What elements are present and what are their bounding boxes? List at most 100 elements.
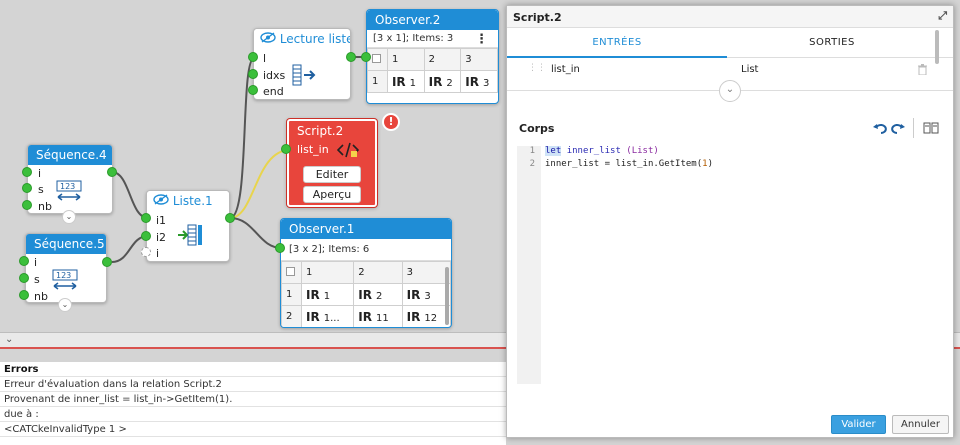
cell-value: 3	[483, 77, 490, 89]
column-header[interactable]: 1	[386, 48, 425, 71]
code-text: inner_list = list_in.GetItem(	[545, 159, 703, 169]
port-sequence4-out[interactable]	[107, 167, 117, 177]
column-header[interactable]: 2	[423, 48, 462, 71]
observer-table: 1 2 3 1 IR 1 IR 2 IR 3 2 IR 1... IR 11 IR 12	[281, 261, 451, 327]
port-label-s: s	[34, 273, 40, 286]
table-cell[interactable]: IR 3	[460, 70, 498, 93]
table-row[interactable]: 1 IR 1 IR 2 IR 3	[281, 283, 451, 306]
real-type-icon: IR	[306, 287, 320, 302]
eye-slash-icon[interactable]	[260, 32, 276, 47]
tab-inputs[interactable]: ENTRÉES	[507, 28, 727, 58]
eye-slash-icon[interactable]	[153, 194, 169, 209]
real-type-icon: IR	[306, 309, 320, 324]
node-sequence-4[interactable]: Séquence.4 i s nb 123	[27, 144, 113, 214]
redo-icon[interactable]	[891, 122, 905, 137]
port-sequence5-s[interactable]	[19, 273, 29, 283]
port-sequence4-s[interactable]	[22, 183, 32, 193]
collapse-toggle[interactable]: ⌄	[719, 80, 741, 102]
error-badge-icon[interactable]: !	[382, 113, 400, 131]
table-row[interactable]: 1 IR 1 IR 2 IR 3	[367, 70, 498, 93]
observer-summary-text: [3 x 1]; Items: 3	[373, 33, 454, 44]
node-observer-1[interactable]: Observer.1 [3 x 2]; Items: 6 1 2 3 1 IR 1…	[280, 218, 452, 328]
port-label-idxs: idxs	[263, 69, 286, 82]
column-header[interactable]: 3	[460, 48, 498, 71]
node-lecture-liste-2[interactable]: Lecture liste.2 l idxs end	[253, 28, 351, 100]
port-label-i1: i1	[156, 214, 167, 227]
port-sequence4-nb[interactable]	[22, 200, 32, 210]
column-header[interactable]: 2	[353, 261, 403, 284]
expand-icon[interactable]: ⤢	[938, 9, 947, 23]
select-all-checkbox[interactable]	[281, 261, 302, 284]
real-type-icon: IR	[358, 309, 372, 324]
port-label-l: l	[263, 52, 267, 65]
table-cell[interactable]: IR 3	[401, 283, 451, 306]
port-script2-list-in[interactable]	[281, 144, 291, 154]
port-sequence4-i[interactable]	[22, 167, 32, 177]
port-sequence5-nb[interactable]	[19, 290, 29, 300]
chevron-down-icon[interactable]: ⌄	[62, 210, 76, 224]
port-liste1-i1[interactable]	[141, 213, 151, 223]
table-cell[interactable]: IR 1	[300, 283, 355, 306]
tab-outputs[interactable]: SORTIES	[727, 28, 937, 58]
edit-button[interactable]: Editer	[303, 166, 361, 183]
cell-value: 1...	[323, 312, 340, 324]
row-index: 1	[281, 283, 302, 306]
port-label-i: i	[34, 256, 38, 269]
table-cell[interactable]: IR 2	[353, 283, 403, 306]
chevron-down-icon[interactable]: ⌄	[58, 298, 72, 312]
port-lecture-end[interactable]	[248, 85, 258, 95]
code-line-1: let inner_list (List)	[545, 146, 659, 156]
cancel-button[interactable]: Annuler	[892, 415, 949, 434]
node-title-row: Liste.1	[147, 191, 229, 211]
cell-value: 1	[323, 290, 331, 302]
table-cell[interactable]: IR 2	[423, 70, 462, 93]
node-script-2[interactable]: Script.2 list_in Editer Aperçu	[287, 119, 377, 207]
port-label-i: i	[38, 167, 42, 180]
port-liste1-out[interactable]	[225, 213, 235, 223]
vertical-scrollbar[interactable]	[935, 30, 939, 64]
real-type-icon: IR	[406, 287, 421, 302]
node-liste-1[interactable]: Liste.1 i1 i2 i	[146, 190, 230, 262]
node-observer-2[interactable]: Observer.2 [3 x 1]; Items: 3 ⋮ 1 2 3 1 I…	[366, 9, 499, 104]
port-sequence5-i[interactable]	[19, 256, 29, 266]
undo-icon[interactable]	[873, 122, 887, 137]
port-sequence5-out[interactable]	[102, 257, 112, 267]
port-lecture-out[interactable]	[346, 52, 356, 62]
column-header[interactable]: 1	[300, 261, 355, 284]
table-row[interactable]: 2 IR 1... IR 11 IR 12	[281, 305, 451, 327]
input-row[interactable]: ⋮⋮ list_in List	[521, 60, 927, 82]
port-label-i2: i2	[156, 231, 167, 244]
column-header[interactable]: 3	[401, 261, 451, 284]
select-all-checkbox[interactable]	[367, 48, 388, 71]
table-cell[interactable]: IR 12	[401, 305, 451, 327]
node-sequence-5[interactable]: Séquence.5 i s nb 123	[25, 233, 107, 303]
port-label-nb: nb	[38, 200, 52, 213]
trash-icon[interactable]	[918, 64, 927, 78]
port-label-s: s	[38, 183, 44, 196]
real-type-icon: IR	[465, 74, 479, 89]
table-cell[interactable]: IR 1...	[300, 305, 355, 327]
chevron-down-icon[interactable]: ⌄	[5, 334, 13, 345]
port-observer1-in[interactable]	[275, 243, 285, 253]
table-cell[interactable]: IR 1	[386, 70, 425, 93]
code-type: (List)	[626, 146, 659, 156]
real-type-icon: IR	[428, 74, 443, 89]
vertical-scrollbar[interactable]	[445, 267, 449, 325]
code-text: )	[707, 159, 713, 169]
table-cell[interactable]: IR 11	[353, 305, 403, 327]
port-liste1-i[interactable]	[141, 247, 151, 257]
drag-handle-icon[interactable]: ⋮⋮	[528, 63, 546, 73]
code-editor[interactable]: 1 let inner_list (List) 2 inner_list = l…	[517, 146, 941, 384]
book-icon[interactable]	[923, 122, 939, 137]
preview-button[interactable]: Aperçu	[303, 186, 361, 203]
port-observer2-in[interactable]	[361, 52, 371, 62]
port-lecture-idxs[interactable]	[248, 69, 258, 79]
more-menu-icon[interactable]: ⋮	[475, 32, 488, 47]
section-divider	[507, 90, 719, 91]
section-divider	[741, 90, 953, 91]
port-lecture-l[interactable]	[248, 52, 258, 62]
dialog-title-bar[interactable]: Script.2 ⤢	[507, 6, 953, 28]
validate-button[interactable]: Valider	[831, 415, 886, 434]
port-liste1-i2[interactable]	[141, 231, 151, 241]
node-title: Observer.1	[281, 219, 451, 239]
